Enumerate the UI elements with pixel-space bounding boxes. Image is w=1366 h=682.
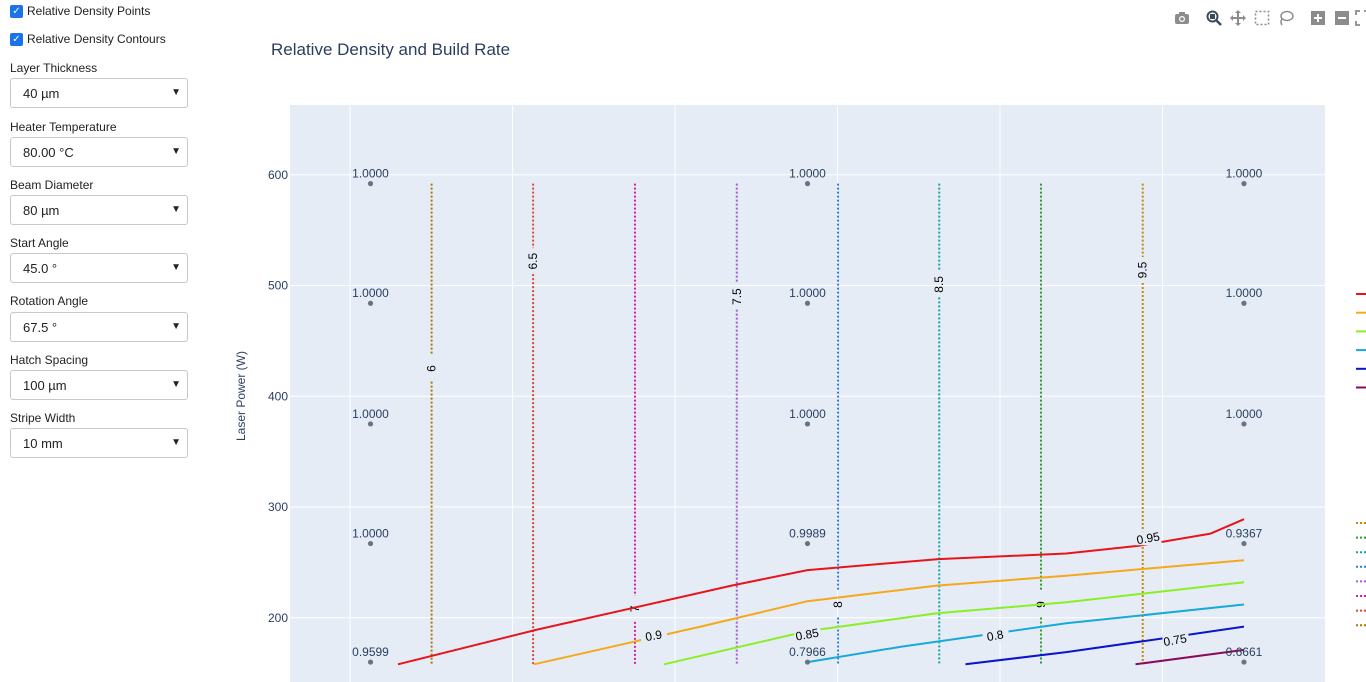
y-tick-label: 600 bbox=[268, 168, 288, 182]
plot-area[interactable] bbox=[290, 105, 1325, 682]
density-point bbox=[367, 300, 374, 306]
density-point bbox=[1241, 421, 1247, 427]
density-contour-label: 0.8 bbox=[986, 627, 1005, 644]
density-point-label: 1.0000 bbox=[789, 286, 826, 300]
density-point bbox=[804, 300, 811, 306]
y-tick-label: 300 bbox=[268, 500, 288, 514]
zoom-in-icon[interactable] bbox=[1308, 8, 1328, 28]
density-point bbox=[804, 421, 811, 427]
density-point bbox=[367, 181, 374, 187]
density-build-rate-chart[interactable]: 66.577.588.599.5 0.950.9 0.85 0.8 0.75 0.95… bbox=[0, 0, 1366, 682]
build-rate-contour-label: 6 bbox=[425, 365, 439, 372]
density-point bbox=[804, 181, 811, 187]
density-point-label: 0.9989 bbox=[789, 527, 826, 541]
camera-icon[interactable] bbox=[1172, 8, 1192, 28]
density-point-label: 1.0000 bbox=[1226, 407, 1263, 421]
density-point-label: 1.0000 bbox=[1226, 167, 1263, 181]
density-point-label: 1.0000 bbox=[789, 167, 826, 181]
legend bbox=[1356, 293, 1366, 627]
build-rate-contour-label: 8 bbox=[831, 601, 845, 608]
build-rate-contour-label: 6.5 bbox=[526, 252, 540, 269]
density-point-label: 1.0000 bbox=[352, 527, 389, 541]
density-point-label: 0.6661 bbox=[1226, 645, 1263, 659]
y-tick-label: 400 bbox=[268, 389, 288, 403]
density-point-label: 0.9599 bbox=[352, 645, 389, 659]
box-select-icon[interactable] bbox=[1252, 8, 1272, 28]
zoom-icon[interactable] bbox=[1204, 8, 1224, 28]
density-point-label: 1.0000 bbox=[789, 407, 826, 421]
density-point bbox=[1241, 659, 1247, 665]
density-point bbox=[367, 421, 374, 427]
density-point-label: 1.0000 bbox=[352, 407, 389, 421]
density-point-label: 0.7966 bbox=[789, 645, 826, 659]
lasso-select-icon[interactable] bbox=[1276, 8, 1296, 28]
density-point bbox=[367, 540, 374, 547]
y-axis-title: Laser Power (W) bbox=[234, 351, 248, 441]
density-point-label: 0.9367 bbox=[1226, 527, 1263, 541]
density-point bbox=[367, 659, 374, 665]
density-point-label: 1.0000 bbox=[352, 286, 389, 300]
build-rate-contour-label: 7.5 bbox=[730, 288, 744, 305]
density-point-label: 1.0000 bbox=[1226, 286, 1263, 300]
build-rate-contour-label: 8.5 bbox=[932, 276, 946, 293]
density-point bbox=[804, 659, 811, 665]
density-point-label: 1.0000 bbox=[352, 167, 389, 181]
density-point bbox=[1241, 300, 1247, 306]
density-point bbox=[1241, 181, 1247, 187]
density-point bbox=[804, 540, 811, 547]
autoscale-icon[interactable] bbox=[1352, 8, 1366, 28]
zoom-out-icon[interactable] bbox=[1332, 8, 1352, 28]
y-axis-ticks: 200 300 400 500 600 bbox=[268, 168, 288, 625]
y-tick-label: 500 bbox=[268, 279, 288, 293]
chart-title: Relative Density and Build Rate bbox=[271, 40, 510, 59]
build-rate-contour-label: 9.5 bbox=[1136, 261, 1150, 278]
y-tick-label: 200 bbox=[268, 611, 288, 625]
density-contour-label: 0.9 bbox=[644, 627, 663, 644]
density-point bbox=[1241, 540, 1247, 547]
pan-icon[interactable] bbox=[1228, 8, 1248, 28]
